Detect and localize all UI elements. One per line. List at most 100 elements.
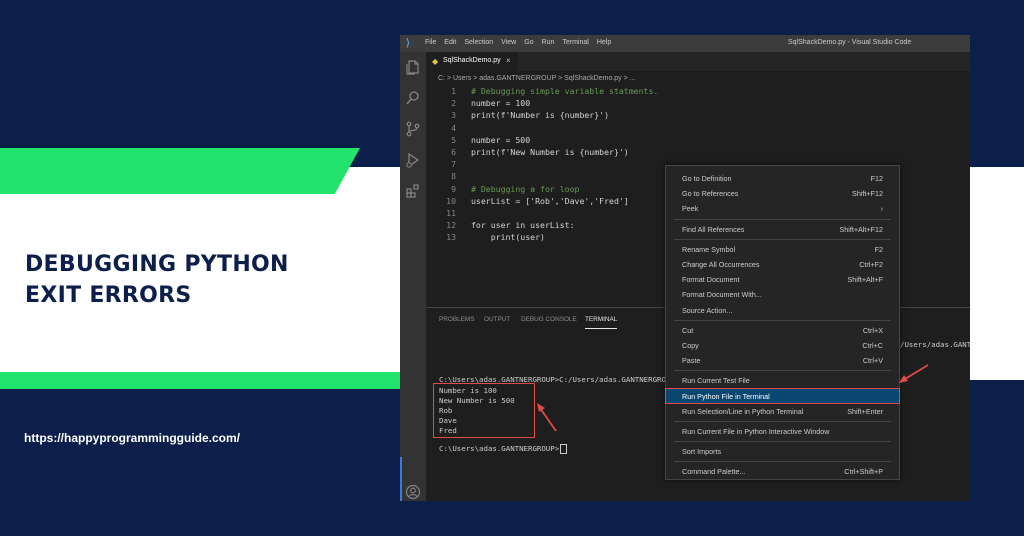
menu-item-shortcut: Shift+Alt+F [847, 275, 883, 285]
terminal-cursor [560, 444, 568, 454]
menu-item-paste[interactable]: Paste Ctrl+V [666, 353, 899, 367]
menu-item-format-document[interactable]: Format Document Shift+Alt+F [666, 272, 899, 286]
menu-item-run-selection-line-in-python-terminal[interactable]: Run Selection/Line in Python Terminal Shi… [666, 404, 899, 418]
line-number: 4 [451, 122, 456, 133]
tab-debug-console[interactable]: DEBUG CONSOLE [521, 316, 577, 323]
breadcrumb[interactable]: C: > Users > adas.GANTNERGROUP > SqlShac… [438, 75, 636, 82]
red-arrow-terminal [537, 403, 557, 432]
tab-terminal[interactable]: TERMINAL [585, 316, 617, 323]
menu-item-shortcut: Ctrl+F2 [859, 260, 883, 269]
menu-separator [674, 370, 891, 372]
menu-terminal[interactable]: Terminal [562, 39, 588, 46]
final-prompt-text: C:\Users\adas.GANTNERGROUP> [439, 444, 560, 453]
menu-item-label: Copy [682, 341, 699, 350]
menu-item-change-all-occurrences[interactable]: Change All Occurrences Ctrl+F2 [666, 257, 899, 271]
code-line[interactable]: for user in userList: [471, 220, 575, 230]
menu-item-rename-symbol[interactable]: Rename Symbol F2 [666, 242, 899, 256]
source-control-icon[interactable] [405, 121, 421, 137]
window-title: SqlShackDemo.py - Visual Studio Code [788, 39, 912, 46]
extensions-icon[interactable] [405, 183, 421, 199]
menu-item-label: Run Current Test File [682, 376, 750, 386]
menu-item-shortcut: Shift+Alt+F12 [839, 224, 883, 234]
line-number: 9 [451, 183, 456, 194]
menu-item-cut[interactable]: Cut Ctrl+X [666, 323, 899, 337]
menu-separator [674, 421, 891, 422]
tab-label: SqlShackDemo.py [443, 57, 501, 64]
close-icon[interactable]: × [506, 56, 511, 65]
menu-item-label: Sort Imports [682, 447, 722, 457]
menu-item-shortcut: › [880, 204, 883, 214]
code-line[interactable]: print(f'New Number is {number}') [471, 147, 629, 157]
menu-item-label: Rename Symbol [682, 244, 736, 254]
menu-item-label: Peek [682, 204, 699, 214]
menu-item-label: Run Python File in Terminal [682, 391, 770, 401]
search-icon[interactable] [405, 90, 421, 106]
menu-edit[interactable]: Edit [444, 39, 456, 46]
menu-file[interactable]: File [425, 39, 436, 46]
output-highlight-box [433, 383, 535, 438]
terminal-final-prompt[interactable]: C:\Users\adas.GANTNERGROUP> [439, 444, 568, 454]
site-url[interactable]: https://happyprogrammingguide.com/ [24, 431, 240, 445]
title-bar: ⟩ File Edit Selection View Go Run Termin… [400, 35, 970, 52]
menu-item-find-all-references[interactable]: Find All References Shift+Alt+F12 [666, 222, 899, 236]
menu-item-source-action[interactable]: Source Action... [666, 303, 899, 317]
menu-item-label: Source Action... [682, 305, 733, 315]
code-line[interactable]: print(user) [471, 232, 545, 242]
menu-item-shortcut: Ctrl+X [862, 325, 883, 335]
line-number: 1 [451, 86, 456, 96]
menu-item-run-python-file-in-terminal[interactable]: Run Python File in Terminal [665, 387, 900, 404]
menu-item-shortcut: Shift+Enter [847, 406, 883, 416]
menu-separator [674, 461, 891, 463]
menu-go[interactable]: Go [524, 39, 533, 46]
menu-item-format-document-with[interactable]: Format Document With... [666, 287, 899, 301]
menu-item-go-to-definition[interactable]: Go to Definition F12 [666, 171, 899, 185]
activity-bar [400, 52, 426, 501]
menu-item-label: Paste [682, 356, 701, 366]
menu-item-shortcut: Ctrl+C [862, 341, 883, 350]
menu-selection[interactable]: Selection [464, 39, 493, 46]
vscode-logo-icon: ⟩ [406, 38, 410, 49]
red-arrow-menu [899, 364, 929, 383]
run-debug-icon[interactable] [405, 152, 421, 168]
line-number: 3 [451, 110, 456, 121]
menu-item-shortcut: Ctrl+Shift+P [844, 467, 883, 477]
menu-help[interactable]: Help [597, 39, 611, 46]
menu-view[interactable]: View [501, 39, 516, 46]
menu-item-label: Run Current File in Python Interactive W… [682, 427, 830, 436]
menu-item-label: Format Document With... [682, 290, 762, 300]
explorer-icon[interactable] [405, 59, 421, 75]
menu-item-label: Find All References [682, 224, 745, 234]
active-indicator [400, 457, 402, 501]
editor-tab[interactable]: ◆ SqlShackDemo.py × [426, 52, 518, 71]
menu-item-go-to-references[interactable]: Go to References Shift+F12 [666, 186, 899, 200]
menu-run[interactable]: Run [542, 39, 555, 46]
menu-item-label: Cut [682, 325, 694, 335]
menu-item-label: Go to References [682, 189, 739, 199]
menu-item-label: Format Document [682, 275, 740, 285]
menu-item-command-palette[interactable]: Command Palette... Ctrl+Shift+P [666, 464, 899, 478]
python-file-icon: ◆ [432, 57, 439, 66]
menu-separator [674, 218, 891, 220]
code-line[interactable]: number = 500 [471, 135, 530, 145]
code-line[interactable]: number = 100 [471, 98, 530, 108]
code-line[interactable]: userList = ['Rob','Dave','Fred'] [471, 196, 629, 206]
menu-item-sort-imports[interactable]: Sort Imports [666, 444, 899, 458]
menu-item-run-current-file-in-python-interactive-window[interactable]: Run Current File in Python Interactive W… [666, 424, 899, 438]
menu-item-run-current-test-file[interactable]: Run Current Test File [666, 373, 899, 387]
code-line[interactable]: print(f'Number is {number}') [471, 110, 609, 120]
editor-tab-bar: ◆ SqlShackDemo.py × [426, 52, 970, 71]
menu-separator [674, 319, 891, 321]
code-line[interactable]: # Debugging simple variable statments. [471, 86, 658, 96]
code-line[interactable]: # Debugging a for loop [471, 184, 579, 194]
line-number: 12 [446, 220, 456, 231]
tab-problems[interactable]: PROBLEMS [439, 316, 475, 323]
line-number: 5 [451, 134, 456, 145]
line-number: 13 [446, 232, 456, 243]
menu-item-copy[interactable]: Copy Ctrl+C [666, 338, 899, 352]
account-icon[interactable] [405, 484, 421, 500]
menu-item-peek[interactable]: Peek › [666, 201, 899, 215]
tab-output[interactable]: OUTPUT [484, 316, 510, 323]
green-stripe-bottom [0, 372, 408, 389]
menu-separator [674, 441, 891, 443]
menu-item-shortcut: Shift+F12 [852, 189, 883, 199]
